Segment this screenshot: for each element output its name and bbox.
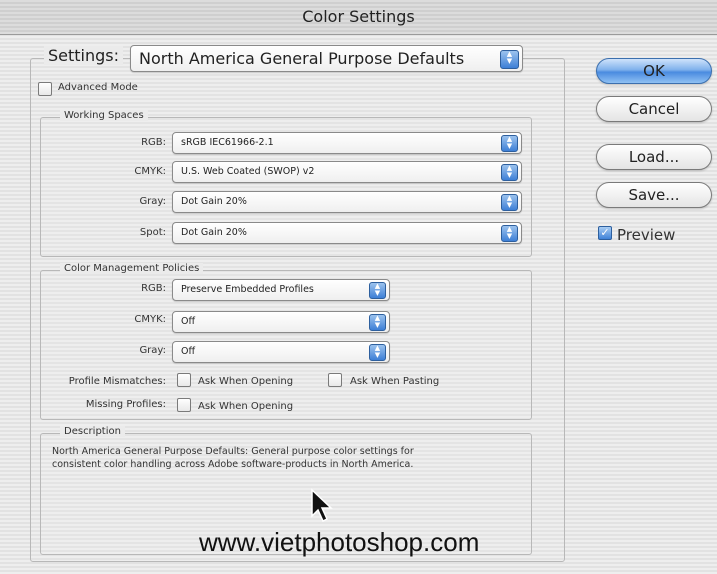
ws-rgb-label: RGB:	[141, 137, 166, 148]
ws-spot-select[interactable]: Dot Gain 20% ▲ ▼	[172, 222, 522, 244]
preview-label: Preview	[617, 226, 676, 244]
mismatch-pasting-label: Ask When Pasting	[350, 376, 440, 387]
ws-gray-label: Gray:	[139, 196, 166, 207]
up-down-arrows-icon: ▲ ▼	[500, 50, 519, 69]
policy-rgb-value: Preserve Embedded Profiles	[181, 284, 314, 295]
up-down-arrows-icon: ▲ ▼	[501, 135, 518, 152]
advanced-mode-checkbox[interactable]	[38, 82, 52, 96]
policy-cmyk-label: CMYK:	[134, 314, 166, 325]
profile-mismatches-label: Profile Mismatches:	[68, 376, 166, 387]
policy-gray-label: Gray:	[139, 345, 166, 356]
window-title: Color Settings	[302, 7, 415, 26]
policy-rgb-label: RGB:	[141, 283, 166, 294]
description-line-1: North America General Purpose Defaults: …	[52, 446, 414, 457]
up-down-arrows-icon: ▲ ▼	[369, 314, 386, 331]
ok-button[interactable]: OK	[596, 58, 712, 84]
settings-select-value: North America General Purpose Defaults	[139, 49, 465, 68]
missing-opening-checkbox[interactable]	[177, 398, 191, 412]
policy-gray-select[interactable]: Off ▲ ▼	[172, 341, 390, 363]
mismatch-opening-checkbox[interactable]	[177, 373, 191, 387]
missing-opening-label: Ask When Opening	[198, 401, 294, 412]
watermark-text: www.vietphotoshop.com	[199, 527, 480, 557]
cancel-button[interactable]: Cancel	[596, 96, 712, 122]
up-down-arrows-icon: ▲ ▼	[501, 225, 518, 242]
description-legend: Description	[60, 426, 125, 437]
up-down-arrows-icon: ▲ ▼	[369, 282, 386, 299]
mismatch-opening-label: Ask When Opening	[198, 376, 294, 387]
ws-cmyk-select[interactable]: U.S. Web Coated (SWOP) v2 ▲ ▼	[172, 161, 522, 183]
ws-gray-select[interactable]: Dot Gain 20% ▲ ▼	[172, 191, 522, 213]
settings-select[interactable]: North America General Purpose Defaults ▲…	[130, 45, 523, 72]
load-button[interactable]: Load...	[596, 144, 712, 170]
title-bar: Color Settings	[0, 0, 717, 35]
ws-gray-value: Dot Gain 20%	[181, 196, 247, 207]
ws-cmyk-value: U.S. Web Coated (SWOP) v2	[181, 166, 315, 177]
policy-cmyk-value: Off	[181, 316, 196, 327]
checkmark-icon: ✓	[600, 226, 610, 239]
ws-rgb-select[interactable]: sRGB IEC61966-2.1 ▲ ▼	[172, 132, 522, 154]
description-line-2: consistent color handling across Adobe s…	[52, 459, 414, 470]
policy-gray-value: Off	[181, 346, 196, 357]
up-down-arrows-icon: ▲ ▼	[501, 164, 518, 181]
preview-checkbox[interactable]: ✓	[598, 226, 612, 240]
missing-profiles-label: Missing Profiles:	[85, 399, 166, 410]
up-down-arrows-icon: ▲ ▼	[501, 194, 518, 211]
save-button[interactable]: Save...	[596, 182, 712, 208]
ws-rgb-value: sRGB IEC61966-2.1	[181, 137, 274, 148]
mismatch-pasting-checkbox[interactable]	[328, 373, 342, 387]
advanced-mode-label: Advanced Mode	[58, 82, 138, 93]
up-down-arrows-icon: ▲ ▼	[369, 344, 386, 361]
ws-spot-label: Spot:	[139, 227, 166, 238]
ws-cmyk-label: CMYK:	[134, 166, 166, 177]
policies-legend: Color Management Policies	[60, 263, 204, 274]
settings-label: Settings:	[44, 46, 124, 65]
working-spaces-legend: Working Spaces	[60, 110, 148, 121]
ws-spot-value: Dot Gain 20%	[181, 227, 247, 238]
mouse-pointer-icon	[311, 488, 333, 523]
policy-cmyk-select[interactable]: Off ▲ ▼	[172, 311, 390, 333]
policy-rgb-select[interactable]: Preserve Embedded Profiles ▲ ▼	[172, 279, 390, 301]
